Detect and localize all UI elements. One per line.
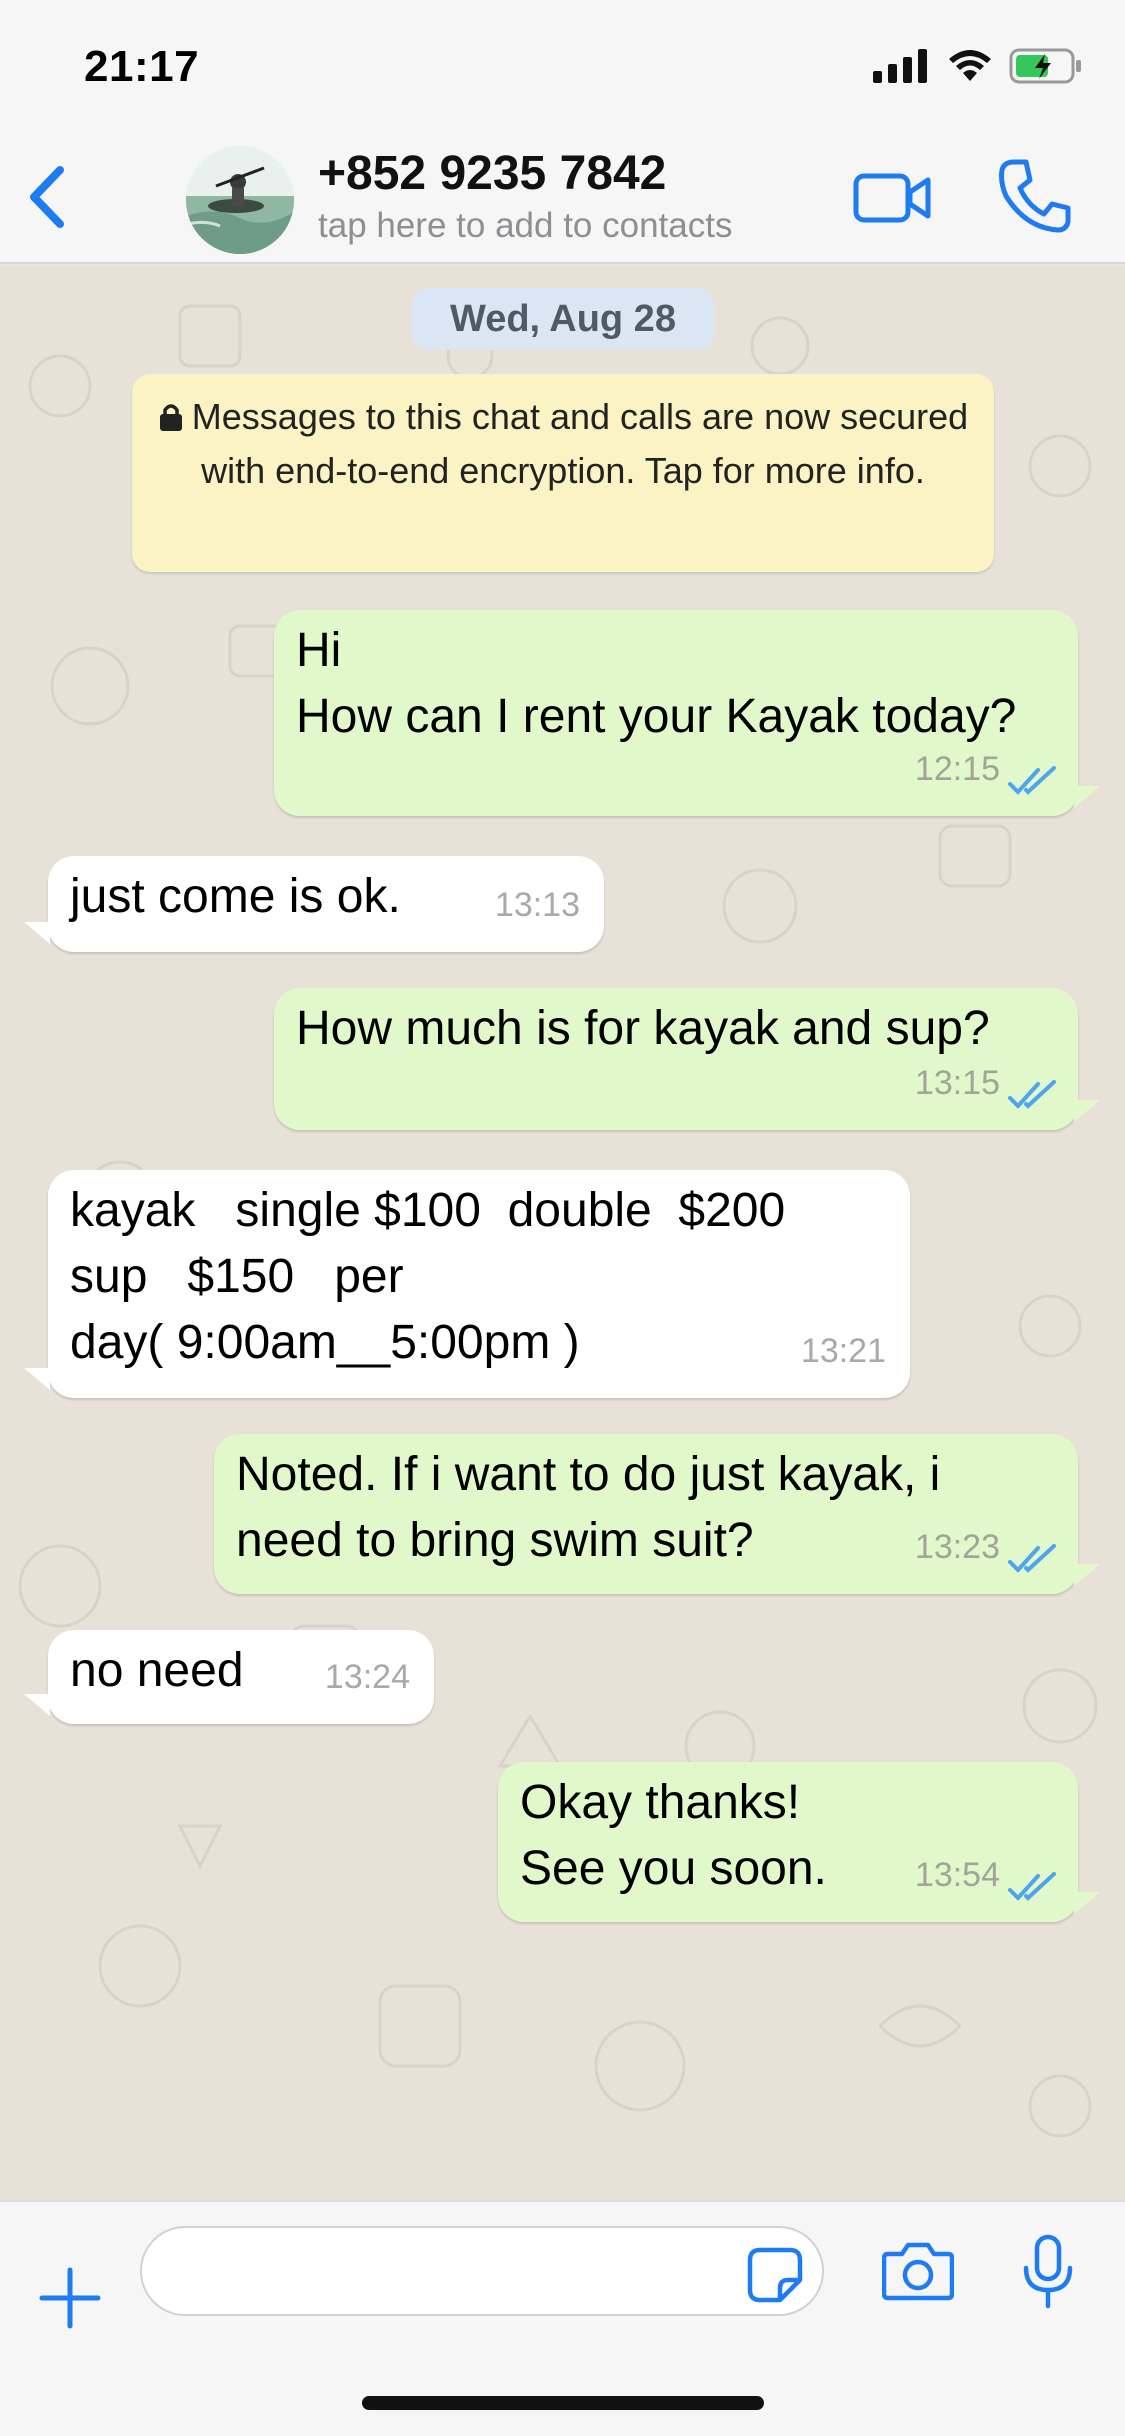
message-time: 13:24 [324, 1658, 410, 1696]
message-outgoing[interactable]: Okay thanks! See you soon. 13:54 [498, 1762, 1078, 1922]
message-time: 12:15 [914, 750, 1000, 788]
double-check-icon [1008, 1544, 1056, 1573]
input-bar [0, 2200, 1125, 2436]
double-check-icon [1008, 1080, 1056, 1109]
bubble-tail [1074, 1892, 1100, 1914]
home-indicator[interactable] [362, 2396, 764, 2410]
bubble-tail [1074, 1564, 1100, 1586]
message-time: 13:21 [800, 1332, 886, 1370]
date-separator: Wed, Aug 28 [412, 288, 714, 350]
message-time: 13:15 [914, 1064, 1000, 1102]
lock-icon [159, 404, 182, 431]
plus-icon[interactable] [38, 2266, 102, 2330]
message-time: 13:54 [914, 1856, 1000, 1894]
message-line: day( 9:00am__5:00pm ) [70, 1316, 580, 1369]
sticker-icon[interactable] [746, 2246, 804, 2304]
video-camera-icon[interactable] [852, 168, 932, 228]
chat-area[interactable]: Wed, Aug 28 Messages to this chat and ca… [0, 266, 1125, 2200]
message-outgoing[interactable]: Hi How can I rent your Kayak today? 12:1… [274, 610, 1078, 816]
message-line: Hi [296, 624, 342, 677]
message-outgoing[interactable]: Noted. If i want to do just kayak, i nee… [214, 1434, 1078, 1594]
message-line: Okay thanks! [520, 1776, 801, 1829]
wifi-icon [949, 50, 991, 81]
chevron-left-icon[interactable] [20, 162, 76, 232]
message-line: kayak single $100 double $200 [70, 1184, 786, 1237]
contact-subtitle[interactable]: tap here to add to contacts [318, 206, 732, 246]
encryption-notice-text: Messages to this chat and calls are now … [191, 396, 969, 491]
cellular-signal-icon [873, 49, 927, 83]
message-input[interactable] [140, 2226, 824, 2316]
encryption-notice[interactable]: Messages to this chat and calls are now … [132, 374, 994, 572]
double-check-icon [1008, 766, 1056, 795]
bubble-tail [24, 1694, 50, 1716]
phone-icon[interactable] [996, 156, 1072, 236]
message-line: sup $150 per [70, 1250, 404, 1303]
message-outgoing[interactable]: How much is for kayak and sup? 13:15 [274, 988, 1078, 1130]
contact-name[interactable]: +852 9235 7842 [318, 146, 666, 201]
message-incoming[interactable]: no need 13:24 [48, 1630, 434, 1724]
chat-header: +852 9235 7842 tap here to add to contac… [0, 132, 1125, 264]
message-time: 13:23 [914, 1528, 1000, 1566]
camera-icon[interactable] [882, 2240, 954, 2302]
bubble-tail [1074, 1100, 1100, 1122]
bubble-tail [24, 922, 50, 944]
avatar[interactable] [186, 146, 294, 254]
status-icons [873, 48, 1083, 84]
microphone-icon[interactable] [1020, 2234, 1076, 2310]
status-bar: 21:17 [0, 0, 1125, 132]
bubble-tail [24, 1368, 50, 1390]
double-check-icon [1008, 1872, 1056, 1901]
message-line: Noted. If i want to do just kayak, i [236, 1448, 941, 1501]
battery-icon [1009, 48, 1081, 84]
message-incoming[interactable]: just come is ok. 13:13 [48, 856, 604, 952]
message-incoming[interactable]: kayak single $100 double $200 sup $150 p… [48, 1170, 910, 1398]
status-time: 21:17 [84, 42, 200, 91]
bubble-tail [1074, 786, 1100, 808]
message-time: 13:13 [494, 886, 580, 924]
